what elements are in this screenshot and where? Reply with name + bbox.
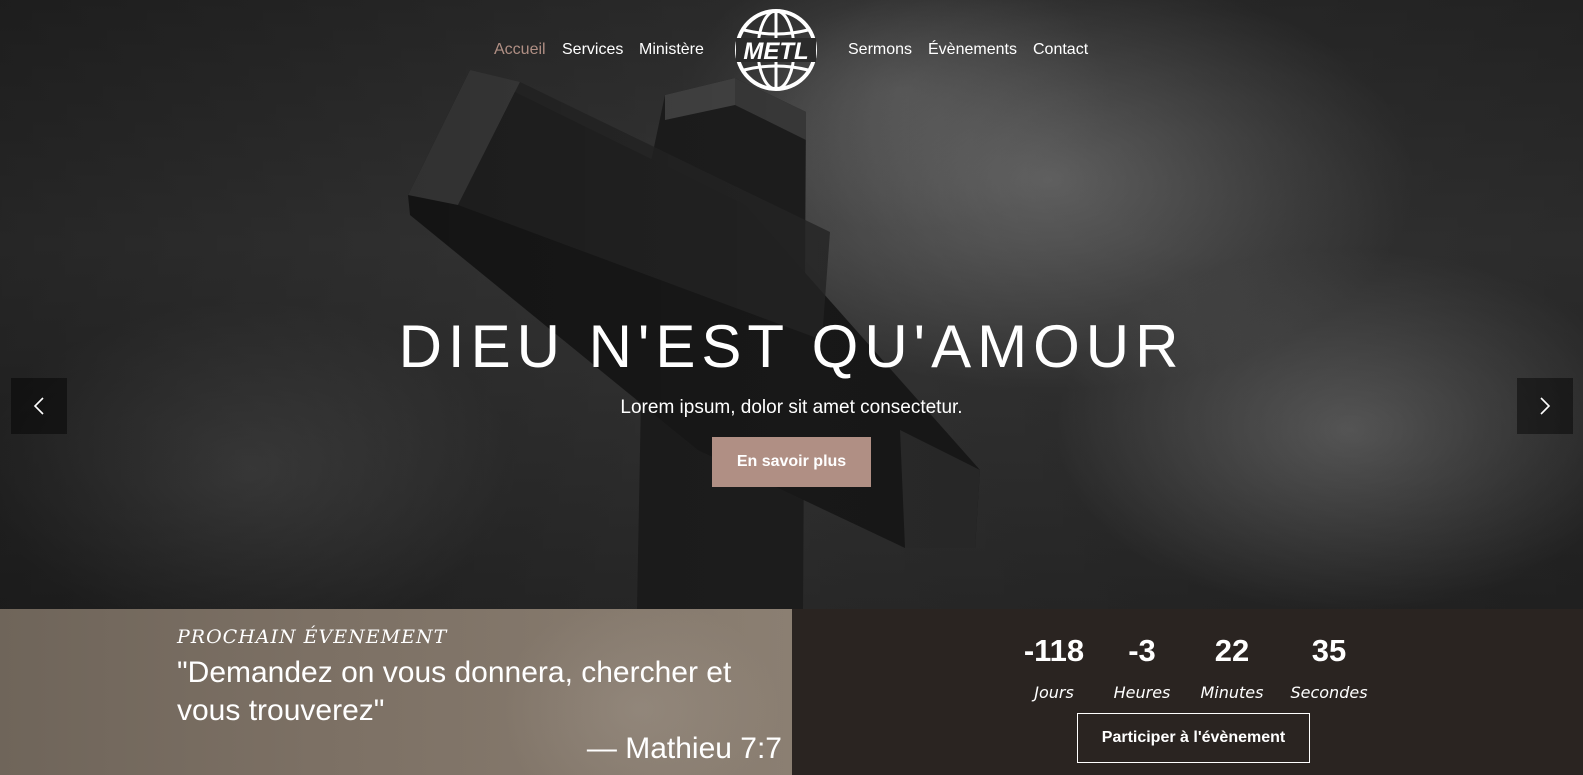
countdown-unit: Jours (1034, 683, 1074, 702)
main-navigation: Accueil Services Ministère METL Sermons … (0, 0, 1583, 100)
countdown-value: 35 (1311, 633, 1347, 668)
slider-next-button[interactable] (1517, 378, 1573, 434)
event-quote: "Demandez on vous donnera, chercher et v… (177, 656, 732, 727)
countdown-unit: Heures (1113, 683, 1171, 702)
nav-item-contact[interactable]: Contact (1033, 40, 1088, 60)
nav-item-evenements[interactable]: Évènements (928, 40, 1017, 60)
join-event-button[interactable]: Participer à l'évènement (1077, 713, 1310, 763)
countdown-unit: Secondes (1290, 683, 1368, 702)
hero-subtitle: Lorem ipsum, dolor sit amet consectetur. (620, 397, 963, 418)
chevron-right-icon (1540, 397, 1551, 415)
nav-item-sermons[interactable]: Sermons (848, 40, 912, 60)
hero-title: DIEU N'EST QU'AMOUR (398, 313, 1185, 380)
logo[interactable]: METL (734, 8, 818, 92)
countdown-value: -3 (1128, 633, 1156, 668)
event-reference: — Mathieu 7:7 (586, 732, 782, 765)
slider-prev-button[interactable] (11, 378, 67, 434)
nav-item-accueil[interactable]: Accueil (494, 40, 546, 60)
countdown-unit: Minutes (1200, 683, 1264, 702)
globe-logo-icon: METL (735, 9, 817, 91)
countdown-seconds: 35 Secondes (1284, 633, 1374, 703)
countdown-days: -118 Jours (1009, 633, 1099, 703)
countdown-hours: -3 Heures (1097, 633, 1187, 703)
chevron-left-icon (33, 397, 44, 415)
logo-text: METL (743, 38, 808, 65)
countdown-value: 22 (1214, 633, 1250, 668)
countdown-minutes: 22 Minutes (1187, 633, 1277, 703)
nav-item-services[interactable]: Services (562, 40, 623, 60)
countdown-value: -118 (1023, 633, 1085, 668)
event-label: PROCHAIN ÉVENEMENT (177, 626, 448, 648)
nav-item-ministere[interactable]: Ministère (639, 40, 704, 60)
learn-more-button[interactable]: En savoir plus (712, 437, 871, 487)
